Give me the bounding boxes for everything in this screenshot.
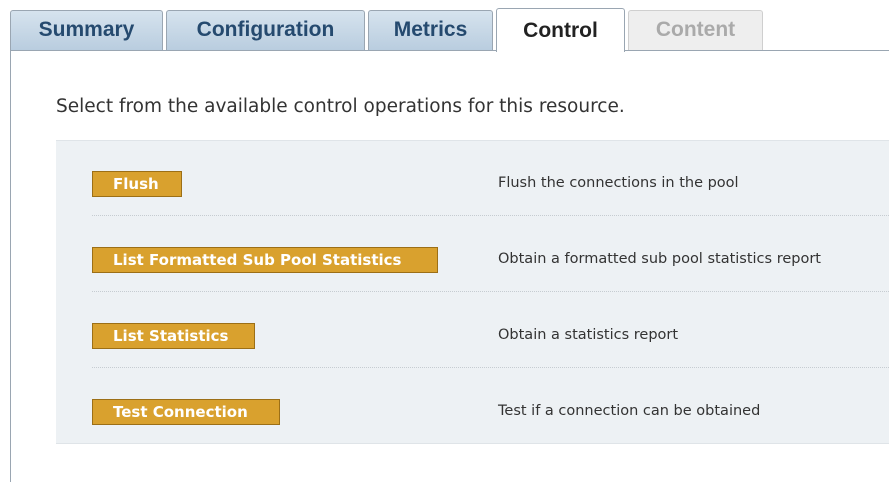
tab-underline-left [10,50,496,51]
operation-row-list-statistics: List Statistics Obtain a statistics repo… [92,293,889,368]
operation-description: Flush the connections in the pool [498,175,739,191]
list-formatted-sub-pool-statistics-button[interactable]: List Formatted Sub Pool Statistics [92,247,438,273]
tab-metrics[interactable]: Metrics [368,10,493,50]
operation-row-flush: Flush Flush the connections in the pool [92,141,889,216]
operation-description: Test if a connection can be obtained [498,403,761,419]
tab-bar: Summary Configuration Metrics Control Co… [0,0,889,52]
tab-summary[interactable]: Summary [10,10,163,50]
list-statistics-button[interactable]: List Statistics [92,323,255,349]
tab-configuration[interactable]: Configuration [166,10,365,50]
tab-control[interactable]: Control [496,8,625,52]
content-left-border [10,50,11,482]
flush-button[interactable]: Flush [92,171,182,197]
tab-content: Content [628,10,763,50]
operation-description: Obtain a statistics report [498,327,679,343]
operations-panel: Flush Flush the connections in the pool … [56,140,889,444]
intro-text: Select from the available control operat… [56,96,625,117]
operation-row-list-formatted-sub-pool-statistics: List Formatted Sub Pool Statistics Obtai… [92,217,889,292]
tab-underline-right [625,50,889,51]
operation-row-test-connection: Test Connection Test if a connection can… [92,369,889,443]
operation-description: Obtain a formatted sub pool statistics r… [498,251,821,267]
test-connection-button[interactable]: Test Connection [92,399,280,425]
